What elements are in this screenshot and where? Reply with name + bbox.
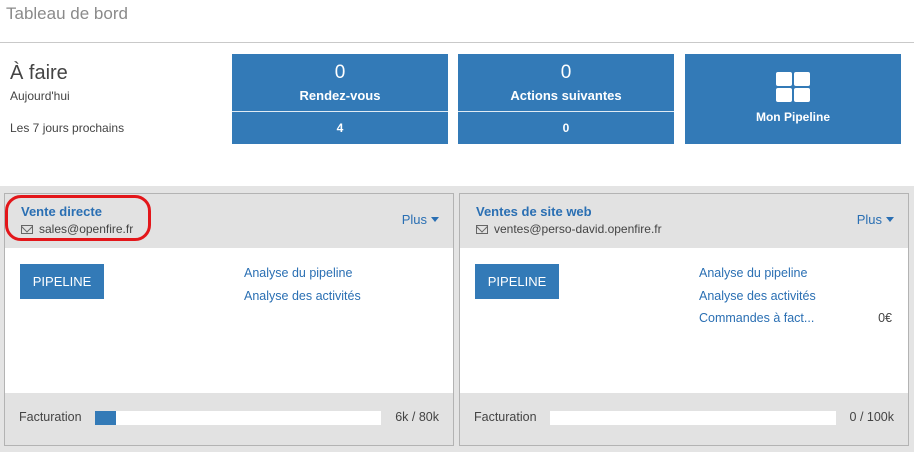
plus-label: Plus: [856, 212, 882, 227]
plus-dropdown[interactable]: Plus: [857, 212, 894, 227]
stat-count: 0: [560, 62, 572, 83]
orders-amount: 0€: [878, 311, 892, 325]
stat-label: Rendez-vous: [299, 88, 381, 103]
billing-value: 6k / 80k: [395, 410, 439, 424]
stat-tile-rendez-vous: 0 Rendez-vous 4: [232, 54, 448, 144]
todo-today-label: Aujourd'hui: [10, 89, 70, 103]
plus-dropdown[interactable]: Plus: [402, 212, 439, 227]
team-name[interactable]: Vente directe: [21, 204, 102, 219]
stat-week-actions-suivantes[interactable]: 0: [458, 112, 674, 144]
team-email-text: ventes@perso-david.openfire.fr: [494, 222, 662, 236]
billing-label: Facturation: [19, 410, 82, 424]
envelope-icon: [21, 224, 33, 234]
team-card-ventes-site-web: Ventes de site web ventes@perso-david.op…: [459, 193, 909, 446]
orders-to-invoice-link[interactable]: Commandes à fact...: [699, 311, 814, 325]
title-divider: [0, 42, 914, 43]
billing-progress-bar: [95, 411, 381, 425]
envelope-icon: [476, 224, 488, 234]
billing-progress-bar: [550, 411, 836, 425]
caret-down-icon: [886, 217, 894, 222]
team-name[interactable]: Ventes de site web: [476, 204, 592, 219]
stat-week-rendez-vous[interactable]: 4: [232, 112, 448, 144]
stat-count: 0: [334, 62, 346, 83]
caret-down-icon: [431, 217, 439, 222]
team-card-vente-directe: Vente directe sales@openfire.fr Plus PIP…: [4, 193, 454, 446]
page-title: Tableau de bord: [6, 4, 128, 23]
team-email: sales@openfire.fr: [21, 222, 133, 236]
activity-analysis-link[interactable]: Analyse des activités: [244, 289, 361, 303]
stat-today-actions-suivantes[interactable]: 0 Actions suivantes: [458, 54, 674, 110]
stat-label: Actions suivantes: [510, 88, 622, 103]
my-pipeline-label: Mon Pipeline: [755, 110, 830, 124]
team-email: ventes@perso-david.openfire.fr: [476, 222, 662, 236]
plus-label: Plus: [401, 212, 427, 227]
activity-analysis-link[interactable]: Analyse des activités: [699, 289, 816, 303]
team-email-text: sales@openfire.fr: [39, 222, 134, 236]
billing-value: 0 / 100k: [849, 410, 894, 424]
card-header: Ventes de site web ventes@perso-david.op…: [460, 194, 908, 248]
card-footer: Facturation 6k / 80k: [5, 393, 453, 445]
billing-progress-fill: [95, 411, 117, 425]
card-header: Vente directe sales@openfire.fr Plus: [5, 194, 453, 248]
card-footer: Facturation 0 / 100k: [460, 393, 908, 445]
stat-today-rendez-vous[interactable]: 0 Rendez-vous: [232, 54, 448, 110]
stat-tile-actions-suivantes: 0 Actions suivantes 0: [458, 54, 674, 144]
todo-heading: À faire: [10, 62, 68, 84]
pipeline-button[interactable]: PIPELINE: [475, 264, 559, 299]
todo-week-label: Les 7 jours prochains: [10, 121, 125, 135]
pipeline-analysis-link[interactable]: Analyse du pipeline: [699, 266, 807, 280]
pipeline-button[interactable]: PIPELINE: [20, 264, 104, 299]
grid-icon: [776, 72, 810, 102]
pipeline-analysis-link[interactable]: Analyse du pipeline: [244, 266, 352, 280]
billing-label: Facturation: [474, 410, 537, 424]
my-pipeline-tile[interactable]: Mon Pipeline: [685, 54, 901, 144]
